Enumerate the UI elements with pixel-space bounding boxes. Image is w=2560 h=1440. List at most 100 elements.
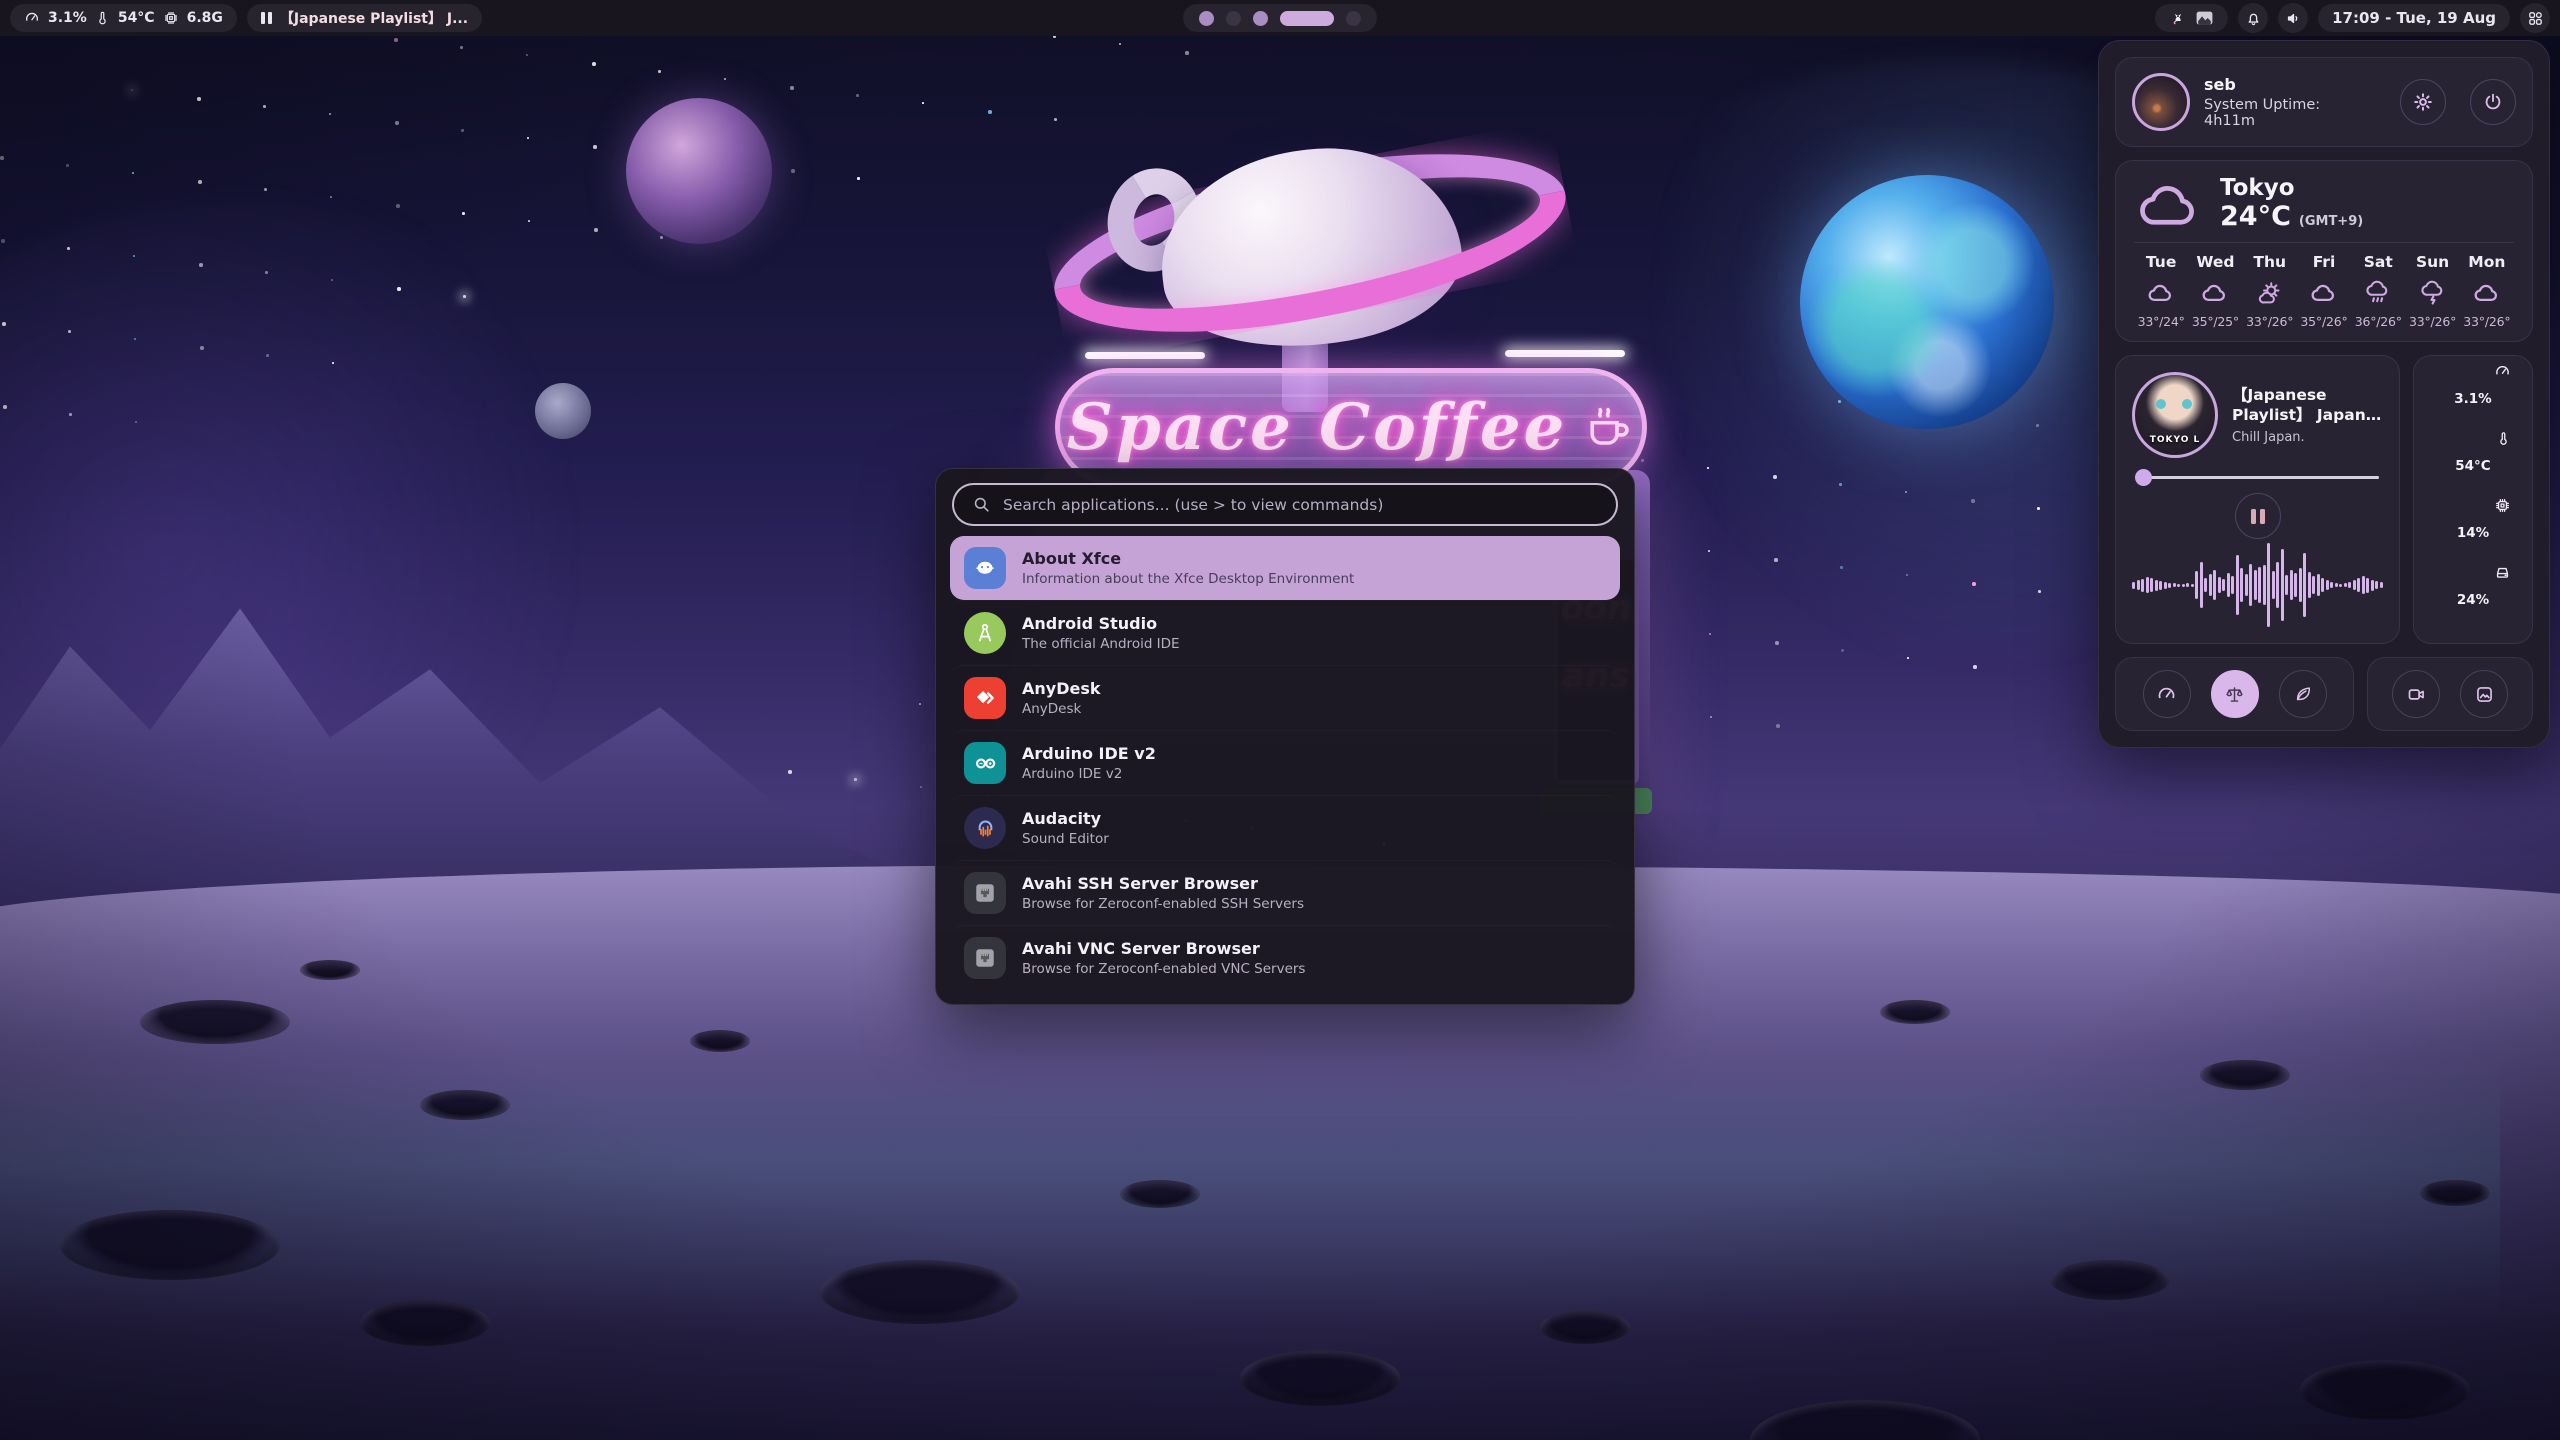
cloud-icon bbox=[2134, 176, 2204, 232]
app-item-about-xfce[interactable]: About Xfce Information about the Xfce De… bbox=[950, 536, 1620, 600]
volume-button[interactable] bbox=[2278, 3, 2308, 33]
grid-icon bbox=[2527, 10, 2544, 27]
scales-icon bbox=[2224, 684, 2245, 705]
app-description: Arduino IDE v2 bbox=[1022, 766, 1156, 782]
search-bar[interactable] bbox=[952, 483, 1618, 526]
app-description: Sound Editor bbox=[1022, 831, 1109, 847]
search-icon bbox=[972, 495, 991, 514]
memory-gauge: 14% bbox=[2440, 500, 2506, 566]
widget-panel: seb System Uptime: 4h11m Tokyo 24°C bbox=[2098, 40, 2550, 748]
workspace-dot-5[interactable] bbox=[1346, 11, 1361, 26]
app-list: About Xfce Information about the Xfce De… bbox=[950, 536, 1620, 990]
workspace-dot-2[interactable] bbox=[1226, 11, 1241, 26]
power-icon bbox=[2482, 91, 2504, 113]
search-input[interactable] bbox=[1003, 496, 1598, 514]
forecast-day: Wed 35°/25° bbox=[2188, 253, 2242, 329]
divider bbox=[2134, 242, 2514, 243]
forecast-day: Sat 36°/26° bbox=[2351, 253, 2405, 329]
username: seb bbox=[2204, 75, 2372, 94]
clock-label: 17:09 - Tue, 19 Aug bbox=[2332, 9, 2496, 27]
top-bar-right-cluster: 17:09 - Tue, 19 Aug bbox=[2155, 3, 2550, 33]
app-grid-button[interactable] bbox=[2520, 3, 2550, 33]
forecast-day: Fri 35°/26° bbox=[2297, 253, 2351, 329]
weather-city: Tokyo bbox=[2220, 175, 2363, 201]
cpu-gauge: 3.1% bbox=[2440, 366, 2506, 432]
gear-icon bbox=[2412, 91, 2434, 113]
wallpaper-tray-icon[interactable] bbox=[2195, 10, 2214, 26]
user-card: seb System Uptime: 4h11m bbox=[2115, 57, 2533, 147]
workspace-dot-3[interactable] bbox=[1253, 11, 1268, 26]
app-name: Avahi VNC Server Browser bbox=[1022, 939, 1305, 958]
workspace-dot-4[interactable] bbox=[1280, 11, 1334, 26]
network-port-icon bbox=[964, 937, 1006, 979]
system-tray-pill[interactable] bbox=[2155, 4, 2228, 32]
app-name: AnyDesk bbox=[1022, 679, 1101, 698]
app-description: AnyDesk bbox=[1022, 701, 1101, 717]
power-profile-group bbox=[2115, 657, 2354, 731]
system-uptime: System Uptime: 4h11m bbox=[2204, 97, 2372, 129]
app-description: Browse for Zeroconf-enabled SSH Servers bbox=[1022, 896, 1304, 912]
app-item-audacity[interactable]: Audacity Sound Editor bbox=[950, 795, 1620, 860]
bell-icon bbox=[2245, 10, 2262, 27]
balanced-profile-button[interactable] bbox=[2211, 670, 2259, 718]
media-player-card: TOKYO L 【Japanese Playlist】 Japan All Ni… bbox=[2115, 355, 2400, 644]
workspace-dot-1[interactable] bbox=[1199, 11, 1214, 26]
audio-visualizer bbox=[2132, 539, 2383, 631]
track-subtitle: Chill Japan. bbox=[2232, 430, 2383, 445]
user-avatar bbox=[2132, 73, 2190, 131]
speedometer-icon bbox=[24, 10, 40, 26]
album-art: TOKYO L bbox=[2132, 372, 2218, 458]
app-item-arduino-ide[interactable]: Arduino IDE v2 Arduino IDE v2 bbox=[950, 730, 1620, 795]
app-name: Android Studio bbox=[1022, 614, 1180, 633]
runcat-tray-icon[interactable] bbox=[2169, 9, 2187, 27]
app-description: Browse for Zeroconf-enabled VNC Servers bbox=[1022, 961, 1305, 977]
app-item-avahi-vnc[interactable]: Avahi VNC Server Browser Browse for Zero… bbox=[950, 925, 1620, 990]
weekly-forecast: Tue 33°/24° Wed 35°/25° Thu 33°/26° Fri … bbox=[2134, 253, 2514, 329]
track-title: 【Japanese Playlist】 Japan All Night - To… bbox=[2232, 385, 2383, 425]
play-pause-button[interactable] bbox=[2235, 493, 2281, 539]
anydesk-icon bbox=[964, 677, 1006, 719]
storm-icon bbox=[2405, 278, 2459, 308]
network-port-icon bbox=[964, 872, 1006, 914]
app-item-anydesk[interactable]: AnyDesk AnyDesk bbox=[950, 665, 1620, 730]
app-item-avahi-ssh[interactable]: Avahi SSH Server Browser Browse for Zero… bbox=[950, 860, 1620, 925]
arduino-icon bbox=[964, 742, 1006, 784]
cloud-icon bbox=[2460, 278, 2514, 308]
wallpaper-button[interactable] bbox=[2460, 670, 2508, 718]
cpu-usage-value: 3.1% bbox=[48, 10, 87, 26]
temperature-gauge: 54°C bbox=[2440, 433, 2506, 499]
cloud-icon bbox=[2134, 278, 2188, 308]
clock-pill[interactable]: 17:09 - Tue, 19 Aug bbox=[2318, 4, 2510, 32]
forecast-day: Thu 33°/26° bbox=[2243, 253, 2297, 329]
settings-button[interactable] bbox=[2400, 79, 2446, 125]
app-name: Arduino IDE v2 bbox=[1022, 744, 1156, 763]
capture-tools-group bbox=[2367, 657, 2533, 731]
system-stats-pill[interactable]: 3.1% 54°C 6.8G bbox=[10, 4, 237, 32]
performance-profile-button[interactable] bbox=[2143, 670, 2191, 718]
weather-card: Tokyo 24°C (GMT+9) Tue 33°/24° Wed 35°/2… bbox=[2115, 160, 2533, 342]
workspace-switcher[interactable] bbox=[1183, 4, 1377, 32]
app-launcher: About Xfce Information about the Xfce De… bbox=[935, 468, 1635, 1005]
power-button[interactable] bbox=[2470, 79, 2516, 125]
forecast-day: Mon 33°/26° bbox=[2460, 253, 2514, 329]
rain-icon bbox=[2351, 278, 2405, 308]
app-name: Avahi SSH Server Browser bbox=[1022, 874, 1304, 893]
memory-value: 6.8G bbox=[187, 10, 223, 26]
forecast-day: Sun 33°/26° bbox=[2405, 253, 2459, 329]
seek-bar[interactable] bbox=[2136, 476, 2379, 479]
top-bar: 3.1% 54°C 6.8G 【Japanese Playlist】 J... bbox=[0, 0, 2560, 36]
thermometer-icon bbox=[95, 10, 110, 26]
forecast-day: Tue 33°/24° bbox=[2134, 253, 2188, 329]
temperature-value: 54°C bbox=[118, 10, 155, 26]
screen-record-button[interactable] bbox=[2392, 670, 2440, 718]
pause-icon bbox=[2251, 509, 2256, 524]
app-description: Information about the Xfce Desktop Envir… bbox=[1022, 571, 1354, 587]
power-saver-profile-button[interactable] bbox=[2279, 670, 2327, 718]
seek-handle[interactable] bbox=[2135, 469, 2152, 486]
notifications-button[interactable] bbox=[2238, 3, 2268, 33]
weather-temperature: 24°C bbox=[2220, 201, 2291, 232]
now-playing-pill[interactable]: 【Japanese Playlist】 J... bbox=[247, 4, 482, 32]
app-item-android-studio[interactable]: Android Studio The official Android IDE bbox=[950, 600, 1620, 665]
system-monitor-column: 3.1% 54°C 14% 24% bbox=[2413, 355, 2533, 644]
pause-icon bbox=[261, 12, 272, 24]
